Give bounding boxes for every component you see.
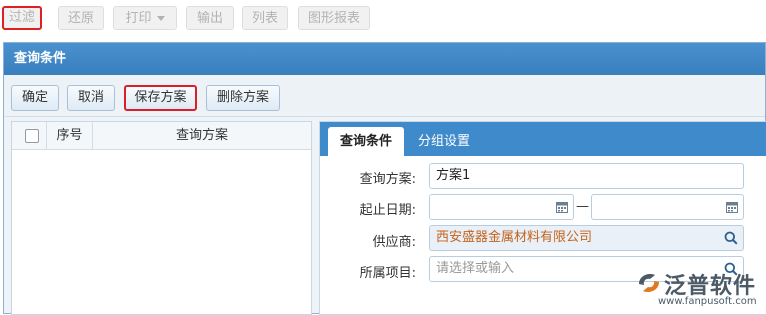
chevron-down-icon (156, 16, 165, 21)
project-placeholder: 请选择或输入 (436, 261, 515, 276)
scheme-list-panel: 序号 查询方案 (11, 121, 312, 315)
print-button[interactable]: 打印 (113, 6, 177, 30)
confirm-button[interactable]: 确定 (11, 85, 59, 111)
brand-watermark: 泛普软件 www.fanpusoft.com (634, 266, 766, 314)
list-button[interactable]: 列表 (242, 6, 288, 30)
filter-button[interactable]: 过滤 (2, 6, 42, 30)
column-header-index: 序号 (56, 128, 83, 143)
restore-button[interactable]: 还原 (58, 6, 104, 30)
end-date-input[interactable] (591, 194, 744, 220)
start-date-input[interactable] (429, 194, 574, 220)
tab-query-conditions[interactable]: 查询条件 (328, 127, 404, 156)
chart-report-button[interactable]: 图形报表 (298, 6, 370, 30)
date-range-label: 起止日期: (359, 203, 416, 218)
dialog-title: 查询条件 (4, 43, 765, 75)
top-toolbar: 过滤 还原 打印 输出 列表 图形报表 (0, 0, 766, 36)
select-all-checkbox[interactable] (25, 129, 39, 143)
print-label: 打印 (125, 11, 152, 26)
search-icon[interactable] (724, 231, 738, 245)
brand-logo-icon (639, 274, 659, 292)
calendar-icon[interactable] (726, 201, 738, 213)
date-separator: — (576, 199, 589, 214)
scheme-name-input[interactable]: 方案1 (429, 163, 744, 189)
supplier-value: 西安盛器金属材料有限公司 (436, 230, 593, 245)
tab-bar: 查询条件 分组设置 (320, 122, 766, 156)
export-button[interactable]: 输出 (186, 6, 234, 30)
supplier-label: 供应商: (372, 235, 416, 250)
save-scheme-button[interactable]: 保存方案 (124, 85, 197, 111)
column-header-scheme: 查询方案 (175, 128, 228, 143)
supplier-input[interactable]: 西安盛器金属材料有限公司 (429, 225, 744, 251)
calendar-icon[interactable] (556, 201, 568, 213)
project-label: 所属项目: (359, 266, 416, 281)
scheme-table-header: 序号 查询方案 (12, 122, 311, 150)
tab-group-settings[interactable]: 分组设置 (408, 127, 480, 156)
brand-url: www.fanpusoft.com (658, 296, 757, 307)
delete-scheme-button[interactable]: 删除方案 (206, 85, 280, 111)
scheme-name-label: 查询方案: (359, 172, 416, 187)
cancel-button[interactable]: 取消 (67, 85, 115, 111)
dialog-action-bar: 确定 取消 保存方案 删除方案 (4, 75, 765, 117)
